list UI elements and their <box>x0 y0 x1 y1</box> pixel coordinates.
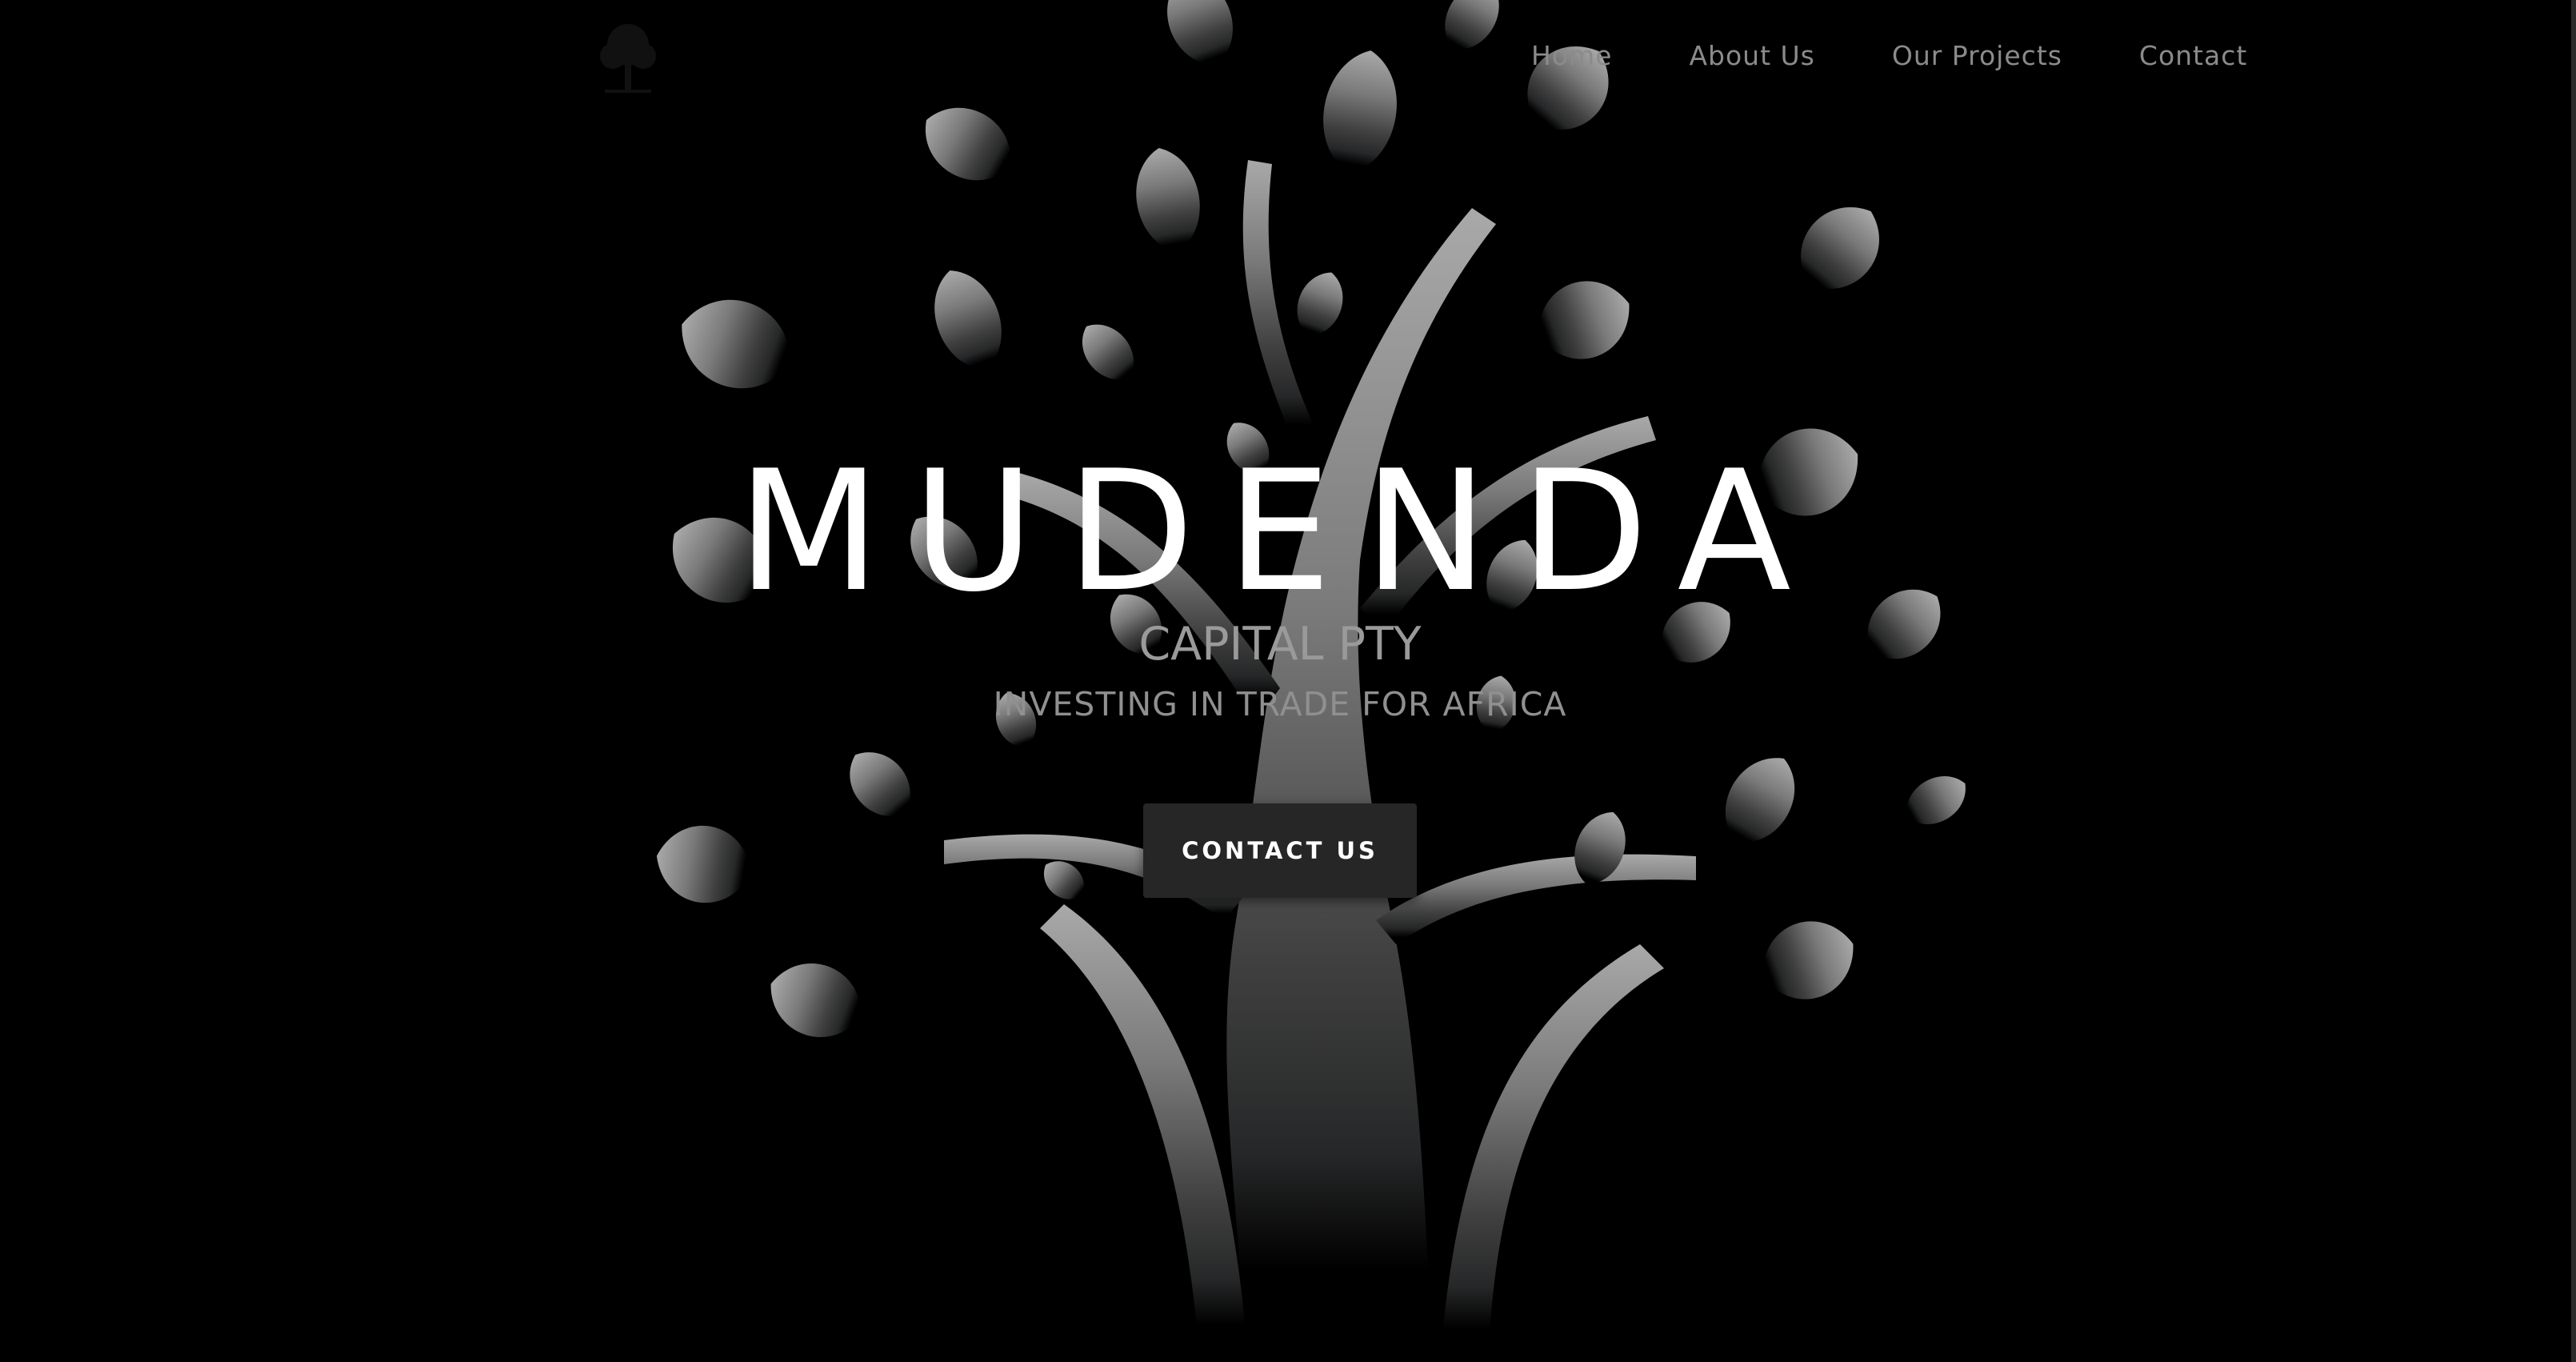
contact-us-button[interactable]: CONTACT US <box>1143 803 1417 898</box>
top-navigation: Home About Us Our Projects Contact <box>0 0 2576 120</box>
tree-icon[interactable] <box>594 21 662 99</box>
nav-links: Home About Us Our Projects Contact <box>1531 40 2247 71</box>
nav-link-about-us[interactable]: About Us <box>1689 40 1814 71</box>
tree-background-illustration <box>650 0 1976 1362</box>
nav-link-contact[interactable]: Contact <box>2139 40 2247 71</box>
hero-tagline: INVESTING IN TRADE FOR AFRICA <box>993 685 1567 723</box>
hero-subtitle: CAPITAL PTY <box>1138 618 1422 671</box>
hero-title: MUDENDA <box>737 435 1823 629</box>
nav-link-home[interactable]: Home <box>1531 40 1612 71</box>
landing-page: Home About Us Our Projects Contact MUDEN… <box>0 0 2576 1362</box>
nav-link-our-projects[interactable]: Our Projects <box>1892 40 2062 71</box>
scrollbar-edge[interactable] <box>2571 0 2576 1362</box>
